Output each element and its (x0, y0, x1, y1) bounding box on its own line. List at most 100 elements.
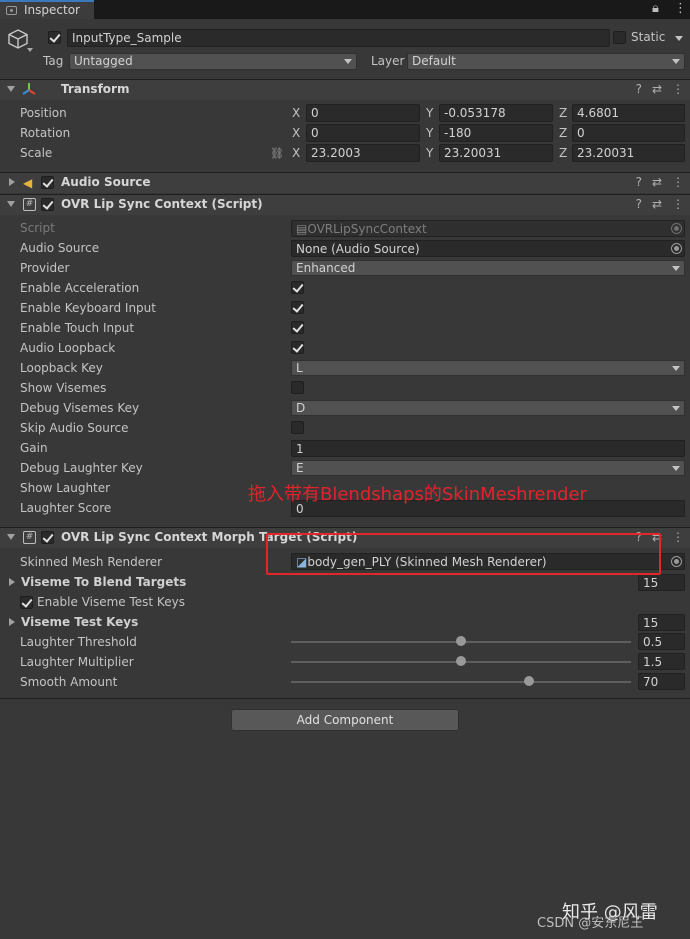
script-hash-icon: # (23, 198, 36, 211)
chevron-down-icon (672, 406, 680, 411)
speaker-icon: ◀ (23, 176, 33, 190)
provider-label: Provider (20, 261, 70, 275)
debug-visemes-key-dropdown[interactable]: D (291, 400, 685, 416)
laughter-multiplier-field[interactable]: 1.5 (638, 653, 685, 670)
transform-axes-icon (22, 82, 36, 96)
component-separator (0, 698, 690, 699)
debug-visemes-key-value: D (296, 401, 306, 415)
laughter-threshold-field[interactable]: 0.5 (638, 633, 685, 650)
constrain-proportions-icon[interactable]: ⛓︎ (270, 147, 284, 160)
lipsync-enabled-checkbox[interactable] (41, 198, 54, 211)
viseme-test-keys-foldout-icon[interactable] (9, 618, 15, 626)
axis-z-label: Z (559, 106, 568, 120)
transform-header[interactable]: Transform ? ⇄ ⋮ (0, 79, 690, 100)
component-menu-icon[interactable]: ⋮ (672, 82, 684, 96)
tab-inspector-label: Inspector (24, 3, 80, 17)
audio-source-label: Audio Source (20, 241, 100, 255)
tag-dropdown[interactable]: Untagged (69, 53, 357, 70)
audio-source-title: Audio Source (61, 175, 151, 189)
kebab-menu-icon[interactable]: ⋮ (674, 1, 687, 16)
layer-dropdown[interactable]: Default (407, 53, 685, 70)
morph-target-enabled-checkbox[interactable] (41, 531, 54, 544)
laughter-multiplier-label: Laughter Multiplier (20, 655, 134, 669)
provider-dropdown[interactable]: Enhanced (291, 260, 685, 276)
audio-source-header[interactable]: ◀ Audio Source ? ⇄ ⋮ (0, 172, 690, 193)
layer-value: Default (412, 54, 456, 68)
viseme-test-keys-label[interactable]: Viseme Test Keys (21, 615, 138, 629)
smooth-amount-slider-knob[interactable] (524, 676, 534, 686)
skip-audio-checkbox[interactable] (291, 421, 304, 434)
debug-laughter-key-dropdown[interactable]: E (291, 460, 685, 476)
audio-source-enabled-checkbox[interactable] (41, 176, 54, 189)
add-component-button[interactable]: Add Component (231, 709, 459, 731)
rotation-x-field[interactable]: 0 (306, 124, 420, 142)
scale-x-field[interactable]: 23.2003 (306, 144, 420, 162)
static-checkbox[interactable] (613, 31, 626, 44)
loopback-key-value: L (296, 361, 303, 375)
foldout-arrow-icon[interactable] (7, 86, 15, 92)
object-name-field[interactable]: InputType_Sample (67, 29, 610, 47)
annotation-text: 拖入带有Blendshaps的SkinMeshrender (248, 484, 587, 505)
preset-icon[interactable]: ⇄ (652, 175, 662, 189)
icon-dropdown-arrow[interactable] (27, 48, 33, 52)
rotation-z-field[interactable]: 0 (572, 124, 685, 142)
scale-z-field[interactable]: 23.20031 (572, 144, 685, 162)
enable-keyboard-checkbox[interactable] (291, 301, 304, 314)
preset-icon[interactable]: ⇄ (652, 197, 662, 211)
component-menu-icon[interactable]: ⋮ (672, 530, 684, 544)
chevron-down-icon (672, 59, 680, 64)
audio-loopback-checkbox[interactable] (291, 341, 304, 354)
lipsync-header[interactable]: # OVR Lip Sync Context (Script) ? ⇄ ⋮ (0, 194, 690, 215)
axis-y-label: Y (426, 126, 434, 140)
loopback-key-dropdown[interactable]: L (291, 360, 685, 376)
audio-source-field[interactable]: None (Audio Source) (291, 240, 685, 257)
viseme-test-keys-size-field[interactable]: 15 (638, 614, 685, 631)
position-y-field[interactable]: -0.053178 (439, 104, 553, 122)
debug-laughter-key-value: E (296, 461, 304, 475)
laughter-threshold-slider-knob[interactable] (456, 636, 466, 646)
smooth-amount-field[interactable]: 70 (638, 673, 685, 690)
viseme-blend-size-field[interactable]: 15 (638, 574, 685, 591)
smooth-amount-slider-track[interactable] (291, 681, 631, 683)
active-checkbox[interactable] (48, 31, 61, 44)
enable-acceleration-checkbox[interactable] (291, 281, 304, 294)
enable-touch-checkbox[interactable] (291, 321, 304, 334)
gameobject-cube-icon[interactable] (7, 28, 29, 50)
position-x-field[interactable]: 0 (306, 104, 420, 122)
show-visemes-checkbox[interactable] (291, 381, 304, 394)
scale-y-field[interactable]: 23.20031 (439, 144, 553, 162)
help-icon[interactable]: ? (636, 197, 642, 211)
lock-icon[interactable]: 🔒︎ (652, 1, 659, 16)
loopback-key-label: Loopback Key (20, 361, 103, 375)
foldout-arrow-icon[interactable] (9, 178, 15, 186)
foldout-arrow-icon[interactable] (7, 534, 15, 540)
laughter-multiplier-slider-knob[interactable] (456, 656, 466, 666)
foldout-arrow-icon[interactable] (7, 201, 15, 207)
preset-icon[interactable]: ⇄ (652, 82, 662, 96)
component-menu-icon[interactable]: ⋮ (672, 175, 684, 189)
help-icon[interactable]: ? (636, 82, 642, 96)
component-menu-icon[interactable]: ⋮ (672, 197, 684, 211)
object-picker-icon[interactable] (671, 556, 682, 567)
enable-viseme-test-checkbox[interactable] (20, 596, 33, 609)
axis-y-label: Y (426, 106, 434, 120)
gain-field[interactable]: 1 (291, 440, 685, 457)
tag-value: Untagged (74, 54, 133, 68)
viseme-blend-label[interactable]: Viseme To Blend Targets (21, 575, 186, 589)
viseme-blend-foldout-icon[interactable] (9, 578, 15, 586)
tab-inspector[interactable]: Inspector (0, 0, 94, 19)
rotation-y-field[interactable]: -180 (439, 124, 553, 142)
help-icon[interactable]: ? (636, 175, 642, 189)
csdn-watermark: CSDN @安东尼王 (537, 916, 644, 931)
object-picker-icon[interactable] (671, 243, 682, 254)
position-z-field[interactable]: 4.6801 (572, 104, 685, 122)
transform-title: Transform (61, 82, 130, 96)
axis-z-label: Z (559, 146, 568, 160)
script-value: OVRLipSyncContext (307, 222, 427, 236)
show-visemes-label: Show Visemes (20, 381, 107, 395)
show-laughter-label: Show Laughter (20, 481, 111, 495)
axis-x-label: X (292, 126, 301, 140)
static-dropdown-arrow[interactable] (675, 36, 683, 41)
laughter-threshold-label: Laughter Threshold (20, 635, 137, 649)
scale-label: Scale (20, 146, 53, 160)
